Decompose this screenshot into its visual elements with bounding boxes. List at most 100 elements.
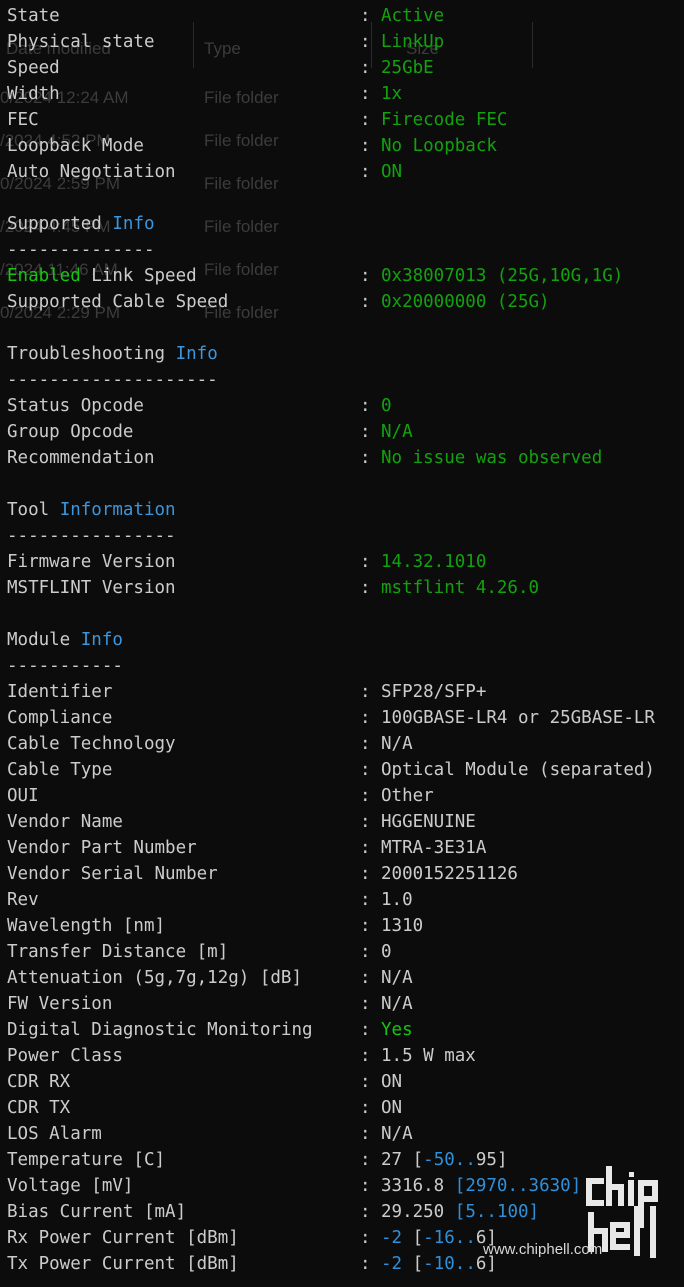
- field-separator: :: [360, 760, 371, 780]
- field-separator: :: [360, 890, 371, 910]
- terminal-line: Vendor Name: HGGENUINE: [7, 809, 684, 835]
- field-separator: :: [360, 1020, 371, 1040]
- field-separator: :: [360, 396, 371, 416]
- range-dots: ..: [507, 1176, 529, 1196]
- range-max: 100: [496, 1202, 529, 1222]
- field-key: Vendor Part Number: [7, 838, 197, 858]
- field-value: 3316.8 [2970..3630]: [381, 1173, 581, 1199]
- field-separator: :: [360, 1150, 371, 1170]
- field-separator: :: [360, 292, 371, 312]
- field-value: Other: [381, 786, 434, 806]
- field-key-rest: Link Speed: [80, 266, 197, 286]
- section-header-title: Troubleshooting: [7, 344, 166, 364]
- section-divider: ----------------: [7, 526, 176, 546]
- field-separator: :: [360, 968, 371, 988]
- field-separator: :: [360, 682, 371, 702]
- field-value: mstflint 4.26.0: [381, 578, 540, 598]
- reading-value: -2: [381, 1254, 403, 1274]
- terminal-line: -----------: [7, 653, 684, 679]
- field-key: Attenuation (5g,7g,12g) [dB]: [7, 968, 303, 988]
- terminal-line: Status Opcode:0: [7, 393, 684, 419]
- terminal-line: Module Info: [7, 627, 684, 653]
- field-separator: :: [360, 786, 371, 806]
- field-separator: :: [360, 1254, 371, 1274]
- field-key: Enabled Link Speed: [7, 263, 197, 289]
- section-header: Tool Information: [7, 497, 176, 523]
- field-value: 0x38007013 (25G,10G,1G): [381, 266, 624, 286]
- field-separator: :: [360, 734, 371, 754]
- field-key: Recommendation: [7, 448, 155, 468]
- terminal-line: Cable Technology: N/A: [7, 731, 684, 757]
- field-key: Digital Diagnostic Monitoring: [7, 1020, 313, 1040]
- field-key: State: [7, 6, 60, 26]
- terminal-line: Recommendation: No issue was observed: [7, 445, 684, 471]
- field-key: Bias Current [mA]: [7, 1202, 187, 1222]
- terminal-line: Rev:1.0: [7, 887, 684, 913]
- field-separator: :: [360, 110, 371, 130]
- field-separator: :: [360, 448, 371, 468]
- field-value: 2000152251126: [381, 864, 518, 884]
- terminal-line: Vendor Serial Number:2000152251126: [7, 861, 684, 887]
- terminal-line: Speed:25GbE: [7, 55, 684, 81]
- terminal-line: Digital Diagnostic Monitoring: Yes: [7, 1017, 684, 1043]
- field-key: Supported Cable Speed: [7, 292, 229, 312]
- field-separator: :: [360, 1176, 371, 1196]
- field-value: 14.32.1010: [381, 552, 487, 572]
- reading-value: 27: [381, 1150, 403, 1170]
- terminal-line: --------------------: [7, 367, 684, 393]
- field-separator: :: [360, 994, 371, 1014]
- section-header: Troubleshooting Info: [7, 341, 218, 367]
- section-divider: --------------------: [7, 370, 218, 390]
- terminal-line: Group Opcode: N/A: [7, 419, 684, 445]
- section-header-info: Info: [112, 214, 155, 234]
- reading-range: [5..100]: [454, 1202, 540, 1222]
- range-min: 2970: [465, 1176, 508, 1196]
- field-value: 1x: [381, 84, 403, 104]
- field-separator: :: [360, 552, 371, 572]
- field-value: HGGENUINE: [381, 812, 476, 832]
- range-dots: ..: [454, 1228, 476, 1248]
- terminal-line: Supported Cable Speed:0x20000000 (25G): [7, 289, 684, 315]
- field-separator: :: [360, 84, 371, 104]
- terminal-line: Auto Negotiation: ON: [7, 159, 684, 185]
- watermark-url: www.chiphell.com: [483, 1241, 603, 1258]
- field-separator: :: [360, 708, 371, 728]
- field-value: ON: [381, 162, 403, 182]
- terminal-line: Vendor Part Number: MTRA-3E31A: [7, 835, 684, 861]
- field-value: Optical Module (separated): [381, 760, 655, 780]
- terminal-line: --------------: [7, 237, 684, 263]
- field-separator: :: [360, 6, 371, 26]
- range-max: 95: [475, 1150, 497, 1170]
- terminal-line: FW Version: N/A: [7, 991, 684, 1017]
- field-value: 1310: [381, 916, 424, 936]
- field-value: 29.250 [5..100]: [381, 1199, 539, 1225]
- field-key: Vendor Serial Number: [7, 864, 218, 884]
- field-separator: :: [360, 1124, 371, 1144]
- field-separator: :: [360, 942, 371, 962]
- terminal-line: Loopback Mode: No Loopback: [7, 133, 684, 159]
- field-key: Loopback Mode: [7, 136, 144, 156]
- field-value: ON: [381, 1072, 403, 1092]
- field-key: Tx Power Current [dBm]: [7, 1254, 239, 1274]
- field-key: Group Opcode: [7, 422, 134, 442]
- field-key: FW Version: [7, 994, 113, 1014]
- terminal-line: Supported Info: [7, 211, 684, 237]
- field-separator: :: [360, 916, 371, 936]
- field-value: Active: [381, 6, 445, 26]
- terminal-line: Compliance:100GBASE-LR4 or 25GBASE-LR: [7, 705, 684, 731]
- terminal-window[interactable]: Date modified Type Size 0/2024 12:24 AM …: [0, 0, 684, 1287]
- field-key: FEC: [7, 110, 39, 130]
- field-value: No issue was observed: [381, 448, 603, 468]
- field-key: Rev: [7, 890, 39, 910]
- terminal-line: Troubleshooting Info: [7, 341, 684, 367]
- field-separator: :: [360, 162, 371, 182]
- field-separator: :: [360, 266, 371, 286]
- range-min: -16: [423, 1228, 455, 1248]
- field-key: Speed: [7, 58, 60, 78]
- section-header-title: Tool: [7, 500, 50, 520]
- field-separator: :: [360, 1046, 371, 1066]
- range-min: -10: [423, 1254, 455, 1274]
